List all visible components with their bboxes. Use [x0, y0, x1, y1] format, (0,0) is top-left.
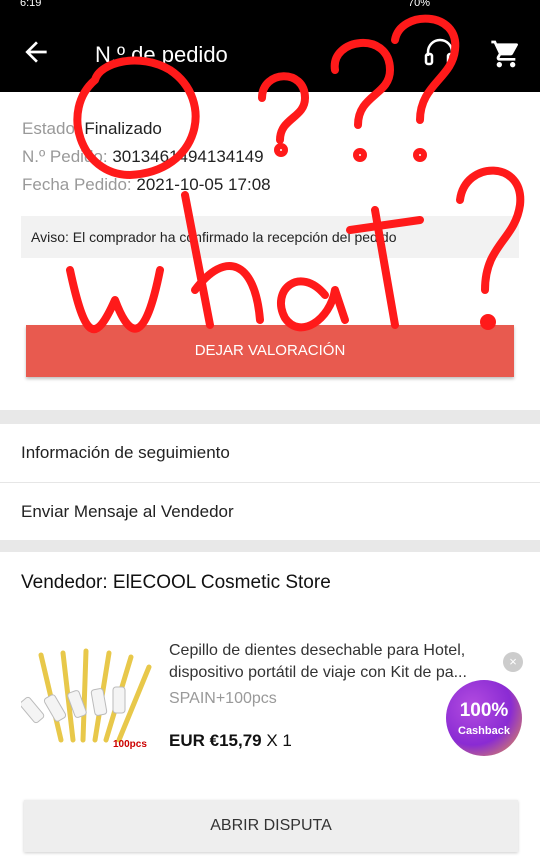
product-price: EUR €15,79 [169, 731, 262, 750]
tracking-info-link[interactable]: Información de seguimiento [21, 443, 230, 463]
app-bar: N.º de pedido [0, 12, 540, 92]
order-status-row: Estado: Finalizado [22, 115, 271, 143]
status-time: 6:19 [20, 0, 42, 9]
order-notice: Aviso: El comprador ha confirmado la rec… [21, 216, 519, 258]
product-image-badge: 100pcs [113, 739, 147, 750]
product-quantity: X 1 [266, 731, 292, 750]
message-seller-link[interactable]: Enviar Mensaje al Vendedor [21, 502, 234, 522]
product-price-row: EUR €15,79 X 1 [169, 731, 292, 751]
battery-level: 70% [407, 0, 430, 9]
order-number-value: 3013461494134149 [112, 147, 264, 166]
order-number-label: N.º Pedido: [22, 147, 108, 166]
order-details: Estado: Finalizado N.º Pedido: 301346149… [22, 115, 271, 199]
section-divider [0, 410, 540, 424]
cashback-percent: 100% [459, 700, 509, 721]
order-date-row: Fecha Pedido: 2021-10-05 17:08 [22, 171, 271, 199]
seller-name[interactable]: Vendedor: ElECOOL Cosmetic Store [21, 572, 331, 594]
product-title[interactable]: Cepillo de dientes desechable para Hotel… [169, 640, 509, 684]
leave-review-button[interactable]: DEJAR VALORACIÓN [26, 325, 514, 377]
status-bar: 6:19 70% [0, 0, 540, 12]
cart-icon[interactable] [490, 38, 522, 70]
open-dispute-button[interactable]: ABRIR DISPUTA [24, 800, 518, 852]
status-label: Estado: [22, 119, 80, 138]
product-image[interactable]: 100pcs [21, 645, 156, 755]
headset-icon[interactable] [420, 34, 460, 74]
divider [0, 482, 540, 483]
order-date-value: 2021-10-05 17:08 [136, 175, 271, 194]
cashback-badge[interactable]: 100% Cashback [446, 680, 522, 756]
cashback-label: Cashback [458, 725, 510, 737]
page-title: N.º de pedido [95, 42, 228, 67]
product-title-line2: dispositivo portátil de viaje con Kit de… [169, 664, 467, 681]
order-number-row: N.º Pedido: 3013461494134149 [22, 143, 271, 171]
status-value: Finalizado [84, 119, 162, 138]
product-title-line1: Cepillo de dientes desechable para Hotel… [169, 642, 466, 659]
arrow-left-icon[interactable] [20, 36, 52, 68]
section-divider [0, 540, 540, 552]
close-icon[interactable]: × [503, 652, 523, 672]
order-date-label: Fecha Pedido: [22, 175, 132, 194]
product-variant: SPAIN+100pcs [169, 690, 277, 707]
